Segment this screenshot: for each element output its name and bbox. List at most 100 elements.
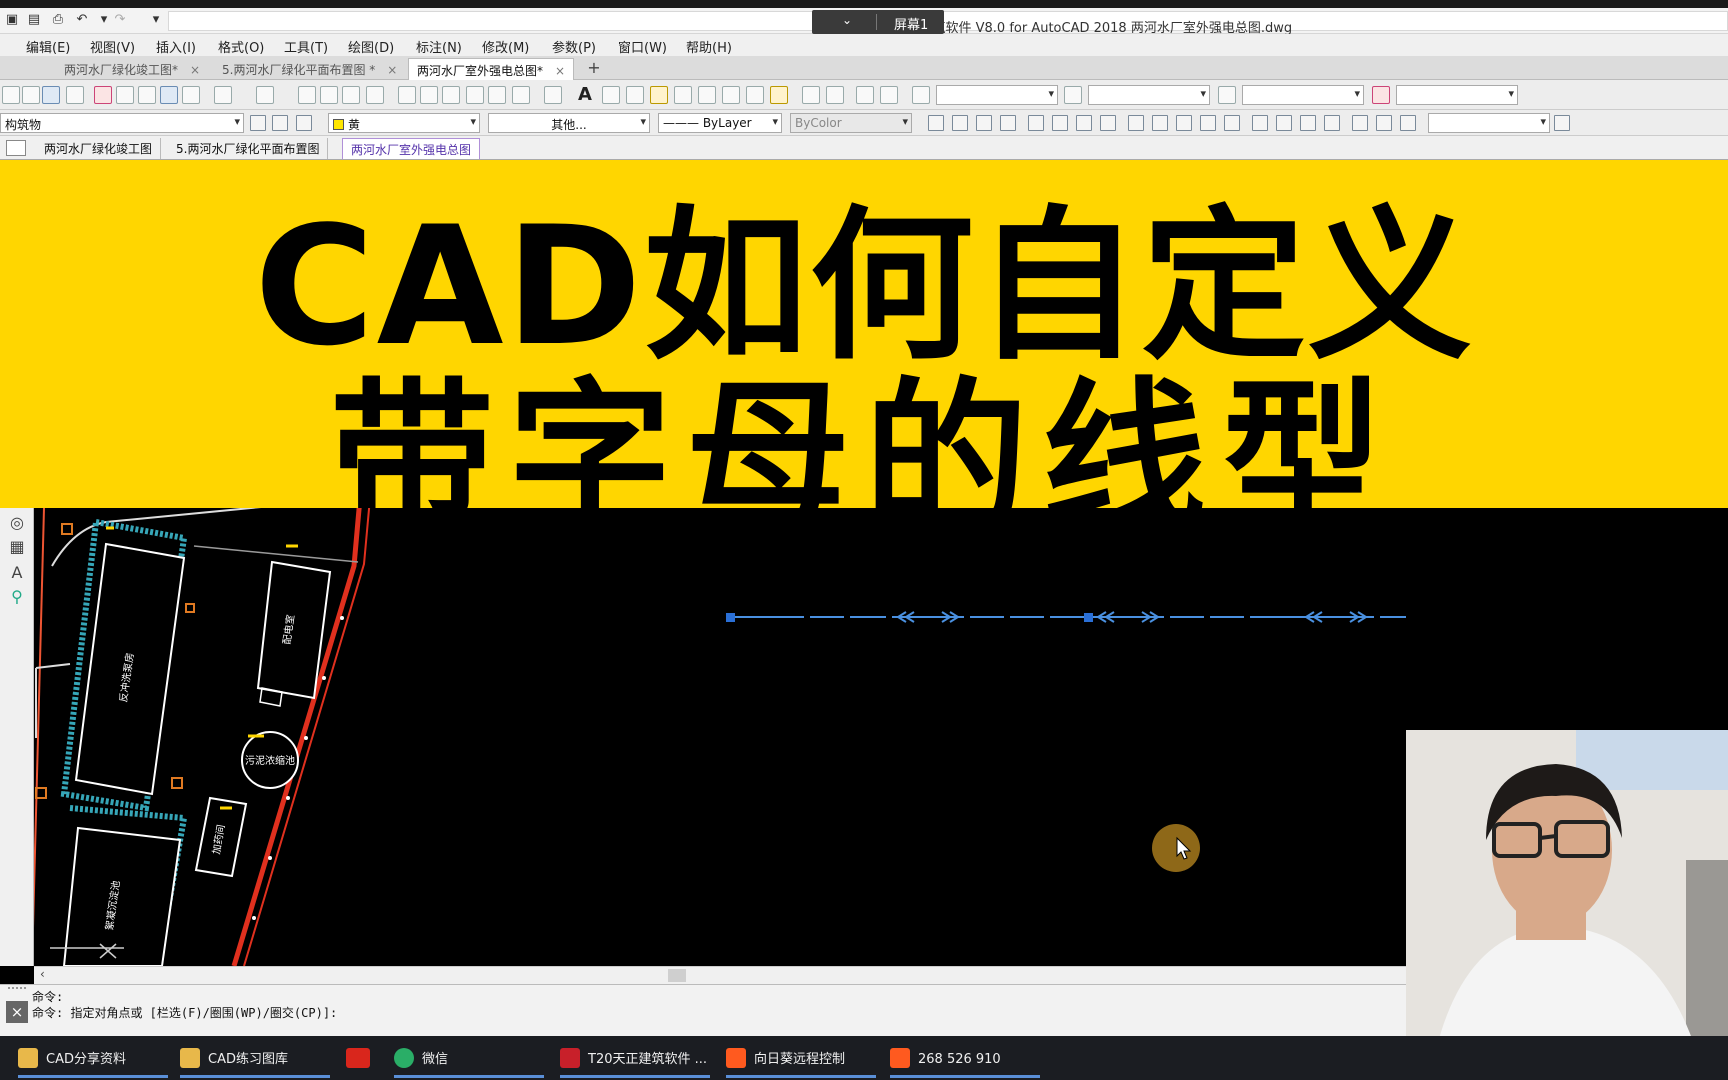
calculator-icon[interactable] xyxy=(512,86,530,104)
linetype-select[interactable]: ——— ByLayer ▾ xyxy=(658,113,782,133)
dim-update-icon[interactable] xyxy=(1400,115,1416,131)
ordinate-dim-icon[interactable] xyxy=(1000,115,1016,131)
radius-dim-icon[interactable] xyxy=(1028,115,1044,131)
text-style-select[interactable]: ▾ xyxy=(936,85,1058,105)
properties-icon[interactable] xyxy=(398,86,416,104)
menu-window[interactable]: 窗口(W) xyxy=(618,37,667,56)
dim-style-icon[interactable] xyxy=(1064,86,1082,104)
undo-icon[interactable]: ↶ xyxy=(74,12,90,28)
center-mark-icon[interactable] xyxy=(1276,115,1292,131)
zoom-previous-icon[interactable] xyxy=(366,86,384,104)
linetype-scale-select[interactable]: 其他... ▾ xyxy=(488,113,650,133)
new-icon[interactable] xyxy=(2,86,20,104)
open-icon[interactable] xyxy=(22,86,40,104)
grip-mid[interactable] xyxy=(1084,613,1093,622)
markup-icon[interactable] xyxy=(488,86,506,104)
cut-icon[interactable] xyxy=(94,86,112,104)
paste-icon[interactable] xyxy=(138,86,156,104)
zoom-window-icon[interactable] xyxy=(342,86,360,104)
chevron-down-icon[interactable]: ⌄ xyxy=(842,13,852,27)
undo-toolbar-icon[interactable] xyxy=(214,86,232,104)
text-style-manager-icon[interactable] xyxy=(912,86,930,104)
check-text-icon[interactable] xyxy=(674,86,692,104)
horizontal-scrollbar[interactable]: ‹ xyxy=(34,966,1406,984)
text-fit-icon[interactable] xyxy=(722,86,740,104)
table-style-icon[interactable] xyxy=(1218,86,1236,104)
continue-dim-icon[interactable] xyxy=(1176,115,1192,131)
layer-tools-icon[interactable] xyxy=(802,86,820,104)
plot-icon[interactable] xyxy=(42,86,60,104)
menu-help[interactable]: 帮助(H) xyxy=(686,37,732,56)
dim-edit-icon[interactable] xyxy=(1352,115,1368,131)
inspection-icon[interactable] xyxy=(1300,115,1316,131)
multileader-style-icon[interactable] xyxy=(1372,86,1390,104)
taskbar-cad-practice[interactable]: CAD练习图库 xyxy=(180,1036,330,1080)
menu-insert[interactable]: 插入(I) xyxy=(156,37,196,56)
lineweight-select[interactable]: ByColor ▾ xyxy=(790,113,912,133)
layer-states-icon[interactable] xyxy=(826,86,844,104)
match-properties-icon[interactable] xyxy=(160,86,178,104)
taskbar-sunflower-session[interactable]: 268 526 910 xyxy=(890,1036,1040,1080)
custom-linetype-polyline[interactable] xyxy=(730,611,1406,623)
redo-icon[interactable]: ↷ xyxy=(112,12,128,28)
table-icon[interactable] xyxy=(770,86,788,104)
command-grip-icon[interactable] xyxy=(8,987,26,997)
layer-select[interactable]: 构筑物 ▾ xyxy=(0,113,244,133)
text-frame-icon[interactable] xyxy=(746,86,764,104)
command-line[interactable]: × 命令: 命令: 指定对角点或 [栏选(F)/圈围(WP)/圈交(CP)]: xyxy=(0,984,1406,1036)
file-tab-power-plan[interactable]: 两河水厂室外强电总图* × xyxy=(408,58,575,80)
dim-space-icon[interactable] xyxy=(1200,115,1216,131)
save-as-icon[interactable]: ▤ xyxy=(26,12,42,28)
field-icon[interactable] xyxy=(856,86,874,104)
text-palette-icon[interactable]: A xyxy=(8,564,26,582)
file-tab-greening-layout[interactable]: 5.两河水厂绿化平面布置图 * × xyxy=(214,58,405,80)
dim-text-edit-icon[interactable] xyxy=(1376,115,1392,131)
navigation-icon[interactable]: ⚲ xyxy=(8,588,26,606)
design-center-icon[interactable] xyxy=(420,86,438,104)
save-icon[interactable]: ▣ xyxy=(4,12,20,28)
menu-tools[interactable]: 工具(T) xyxy=(284,37,328,56)
close-icon[interactable]: × xyxy=(387,63,397,77)
sheet-set-icon[interactable] xyxy=(466,86,484,104)
grip-start[interactable] xyxy=(726,613,735,622)
zoom-realtime-icon[interactable] xyxy=(320,86,338,104)
close-icon[interactable]: × xyxy=(190,63,200,77)
tolerance-icon[interactable] xyxy=(1252,115,1268,131)
spell-check-icon[interactable] xyxy=(650,86,668,104)
color-select[interactable]: 黄 ▾ xyxy=(328,113,480,133)
annotative-text-icon[interactable] xyxy=(602,86,620,104)
dim-style-select-2[interactable]: ▾ xyxy=(1428,113,1550,133)
menu-edit[interactable]: 编辑(E) xyxy=(26,37,70,56)
aligned-dim-icon[interactable] xyxy=(952,115,968,131)
diameter-dim-icon[interactable] xyxy=(1076,115,1092,131)
layer-properties-icon[interactable] xyxy=(250,115,266,131)
menu-dimension[interactable]: 标注(N) xyxy=(416,37,462,56)
publish-icon[interactable] xyxy=(66,86,84,104)
menu-modify[interactable]: 修改(M) xyxy=(482,37,529,56)
table-style-select[interactable]: ▾ xyxy=(1242,85,1364,105)
baseline-dim-icon[interactable] xyxy=(1152,115,1168,131)
help-icon[interactable] xyxy=(544,86,562,104)
jogged-dim-icon[interactable] xyxy=(1052,115,1068,131)
menu-draw[interactable]: 绘图(D) xyxy=(348,37,394,56)
cad-drawing[interactable]: 反冲洗泵房 配电室 污泥浓缩池 加药间 絮凝沉淀池 xyxy=(34,508,1406,966)
view-cube-icon[interactable]: ◎ xyxy=(8,514,26,532)
quick-dim-icon[interactable] xyxy=(1128,115,1144,131)
menu-format[interactable]: 格式(O) xyxy=(218,37,264,56)
taskbar-wps[interactable] xyxy=(346,1036,386,1080)
linear-dim-icon[interactable] xyxy=(928,115,944,131)
taskbar-sunflower[interactable]: 向日葵远程控制 xyxy=(726,1036,876,1080)
redo-toolbar-icon[interactable] xyxy=(256,86,274,104)
make-current-layer-icon[interactable] xyxy=(272,115,288,131)
jogged-linear-icon[interactable] xyxy=(1324,115,1340,131)
print-icon[interactable]: ⎙ xyxy=(50,12,66,28)
menu-parameter[interactable]: 参数(P) xyxy=(552,37,596,56)
dim-style-select[interactable]: ▾ xyxy=(1088,85,1210,105)
scroll-thumb[interactable] xyxy=(668,969,686,982)
edit-text-icon[interactable] xyxy=(626,86,644,104)
taskbar-cad-share[interactable]: CAD分享资料 xyxy=(18,1036,168,1080)
scroll-left-icon[interactable]: ‹ xyxy=(40,967,45,981)
find-text-icon[interactable] xyxy=(698,86,716,104)
table-palette-icon[interactable]: ▦ xyxy=(8,538,26,556)
pan-icon[interactable] xyxy=(298,86,316,104)
